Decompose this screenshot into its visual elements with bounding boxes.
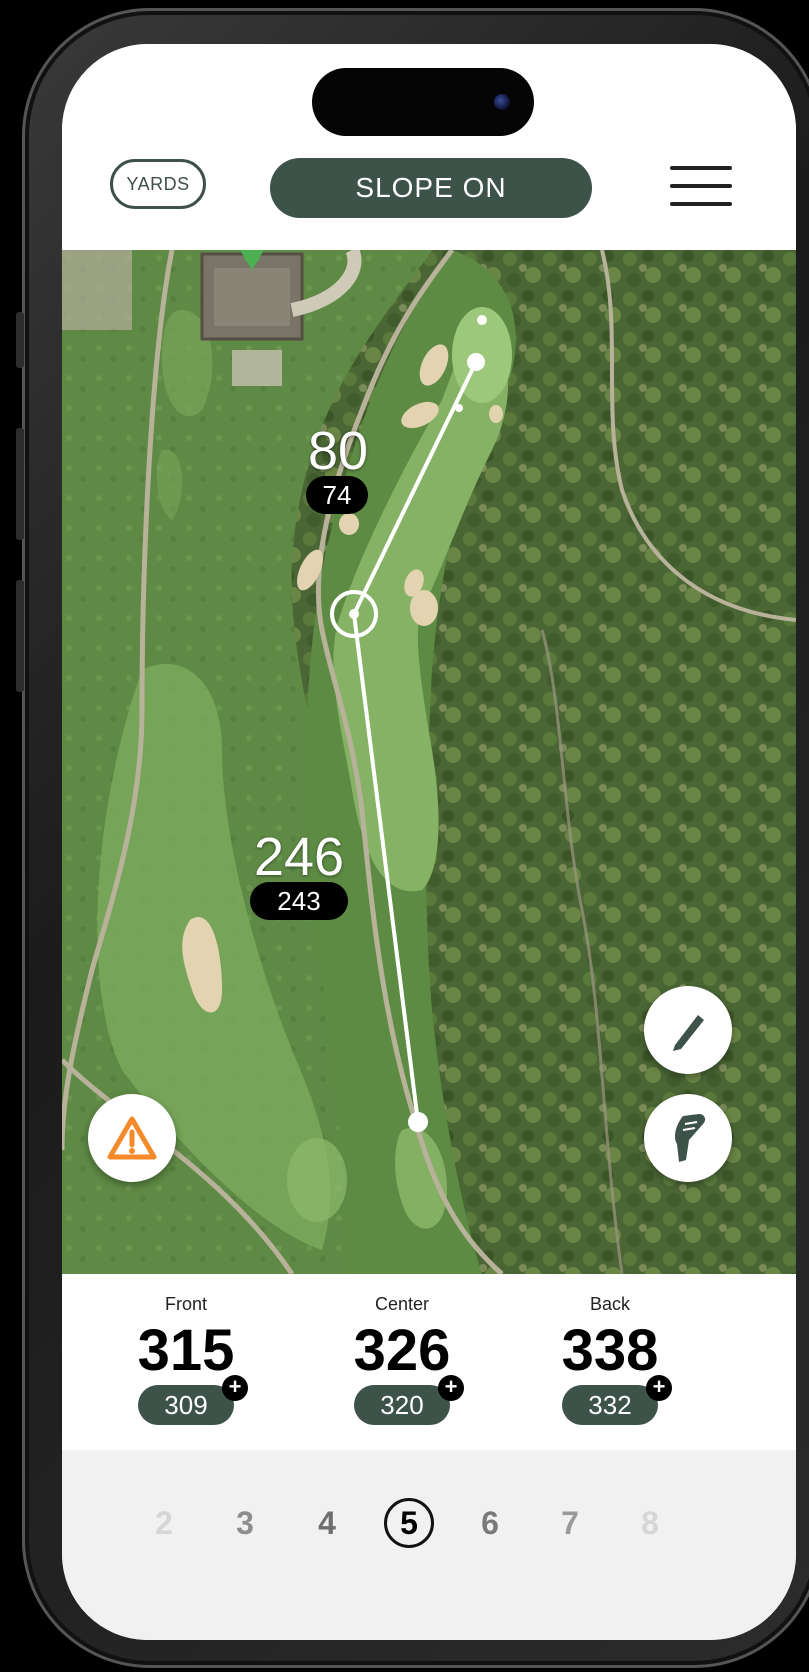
marker-distance-246: 246 bbox=[253, 827, 345, 887]
back-label: Back bbox=[589, 1294, 631, 1314]
hole-6[interactable]: 6 bbox=[465, 1498, 515, 1548]
front-value: 315 bbox=[137, 1318, 235, 1383]
hole-map[interactable]: 80 74 246 243 bbox=[62, 250, 796, 1274]
pencil-icon bbox=[673, 1015, 704, 1051]
front-label: Front bbox=[164, 1294, 207, 1314]
hole-selector: 2 3 4 5 6 7 8 bbox=[62, 1450, 796, 1640]
app-screen: YARDS SLOPE ON 80 74 246 243 Front 315 3… bbox=[62, 44, 796, 1640]
hole-2[interactable]: 2 bbox=[139, 1498, 189, 1548]
action-button bbox=[16, 312, 24, 368]
marker-distance-80: 80 bbox=[307, 421, 369, 481]
back-value: 338 bbox=[561, 1318, 659, 1383]
distance-panel: Front 315 309 + Center 326 320 + Back 33… bbox=[62, 1274, 796, 1450]
front-slope-value: 309 bbox=[138, 1385, 234, 1425]
front-plus-icon[interactable]: + bbox=[222, 1375, 248, 1401]
marker-slope-distance-243: 243 bbox=[250, 882, 348, 920]
hole-5-current[interactable]: 5 bbox=[384, 1498, 434, 1548]
dynamic-island bbox=[312, 68, 534, 136]
warning-triangle-icon bbox=[107, 1116, 157, 1160]
hole-4[interactable]: 4 bbox=[302, 1498, 352, 1548]
center-plus-icon[interactable]: + bbox=[438, 1375, 464, 1401]
back-plus-icon[interactable]: + bbox=[646, 1375, 672, 1401]
front-distance: Front 315 309 + bbox=[96, 1294, 276, 1425]
center-distance: Center 326 320 + bbox=[312, 1294, 492, 1425]
edit-button[interactable] bbox=[644, 986, 732, 1074]
hamburger-menu-icon[interactable] bbox=[670, 166, 732, 208]
center-label: Center bbox=[374, 1294, 430, 1314]
golf-club-icon bbox=[675, 1114, 706, 1162]
hazard-warning-button[interactable] bbox=[88, 1094, 176, 1182]
club-selection-button[interactable] bbox=[644, 1094, 732, 1182]
back-slope-value: 332 bbox=[562, 1385, 658, 1425]
volume-down-button bbox=[16, 580, 24, 692]
center-value: 326 bbox=[353, 1318, 451, 1383]
marker-slope-distance-74: 74 bbox=[306, 476, 368, 514]
slope-toggle-button[interactable]: SLOPE ON bbox=[270, 158, 592, 218]
back-distance: Back 338 332 + bbox=[520, 1294, 700, 1425]
hole-3[interactable]: 3 bbox=[220, 1498, 270, 1548]
units-toggle-button[interactable]: YARDS bbox=[110, 159, 206, 209]
hole-7[interactable]: 7 bbox=[545, 1498, 595, 1548]
center-slope-value: 320 bbox=[354, 1385, 450, 1425]
hole-8[interactable]: 8 bbox=[625, 1498, 675, 1548]
volume-up-button bbox=[16, 428, 24, 540]
